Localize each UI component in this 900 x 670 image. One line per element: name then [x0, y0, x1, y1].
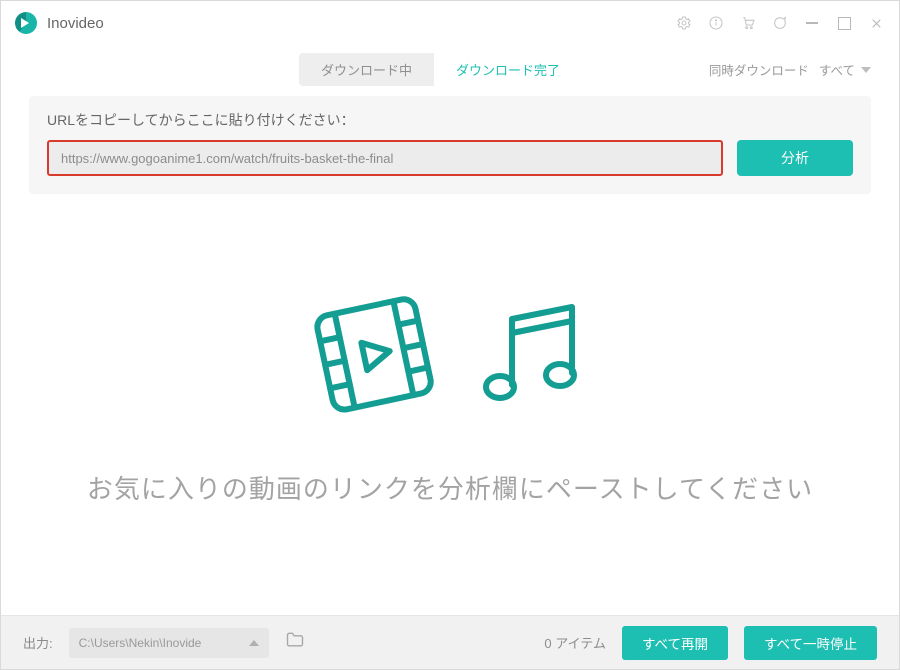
output-path-select[interactable]: C:\Users\Nekin\Inovide — [69, 628, 269, 658]
app-title: Inovideo — [47, 15, 104, 32]
tab-downloading[interactable]: ダウンロード中 — [299, 53, 434, 86]
cart-icon[interactable] — [739, 14, 757, 32]
empty-state-message: お気に入りの動画のリンクを分析欄にペーストしてください — [57, 469, 843, 506]
resume-all-button[interactable]: すべて再開 — [622, 626, 728, 660]
url-label: URLをコピーしてからここに貼り付けください： — [47, 110, 853, 130]
url-input-wrapper[interactable] — [47, 140, 723, 176]
simultaneous-download-label: 同時ダウンロード — [709, 60, 809, 79]
empty-illustration — [306, 284, 594, 429]
info-icon[interactable] — [707, 14, 725, 32]
tabs: ダウンロード中 ダウンロード完了 — [299, 53, 582, 86]
footer: 出力: C:\Users\Nekin\Inovide 0 アイテム すべて再開 … — [1, 615, 899, 669]
music-note-icon — [464, 289, 594, 424]
simultaneous-download-select[interactable]: すべて — [819, 60, 871, 79]
simultaneous-download-value: すべて — [819, 60, 855, 79]
app-logo-icon — [15, 12, 37, 34]
window-controls — [675, 14, 885, 32]
window-close-icon[interactable] — [867, 14, 885, 32]
tab-completed[interactable]: ダウンロード完了 — [434, 53, 582, 86]
url-panel: URLをコピーしてからここに貼り付けください： 分析 — [29, 96, 871, 194]
pause-all-button[interactable]: すべて一時停止 — [744, 626, 877, 660]
window-maximize-icon[interactable] — [835, 14, 853, 32]
chevron-up-icon — [249, 640, 259, 646]
items-count: 0 アイテム — [544, 633, 606, 652]
app-window: Inovideo ダウンロード中 ダウンロード完 — [0, 0, 900, 670]
open-folder-button[interactable] — [285, 630, 305, 655]
tab-row: ダウンロード中 ダウンロード完了 同時ダウンロード すべて — [1, 45, 899, 96]
url-input[interactable] — [61, 151, 709, 166]
chat-icon[interactable] — [771, 14, 789, 32]
analyze-button[interactable]: 分析 — [737, 140, 853, 176]
simultaneous-download: 同時ダウンロード すべて — [709, 60, 871, 79]
title-bar: Inovideo — [1, 1, 899, 45]
content-area: お気に入りの動画のリンクを分析欄にペーストしてください — [1, 194, 899, 615]
output-path-value: C:\Users\Nekin\Inovide — [79, 636, 202, 650]
window-minimize-icon[interactable] — [803, 14, 821, 32]
chevron-down-icon — [861, 67, 871, 73]
settings-icon[interactable] — [675, 14, 693, 32]
output-label: 出力: — [23, 633, 53, 652]
video-clip-icon — [306, 284, 446, 429]
